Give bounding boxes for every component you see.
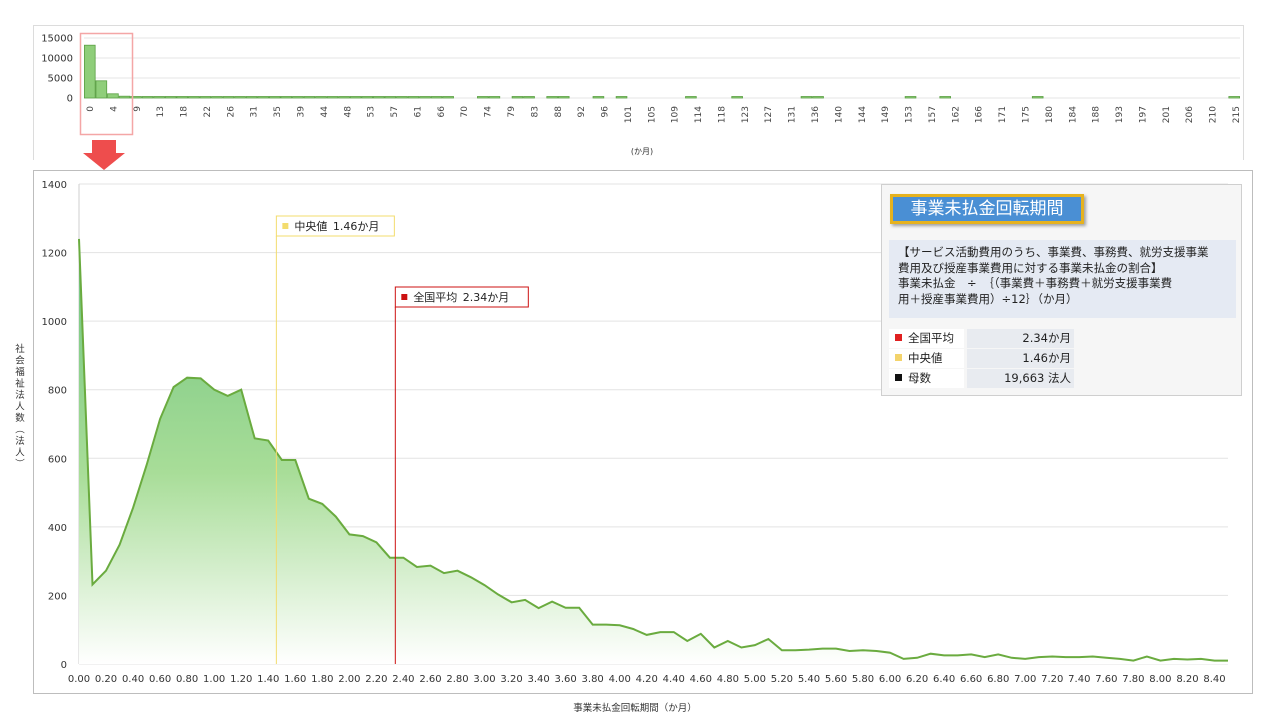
x-tick-label: 3.40: [527, 674, 549, 685]
x-tick-label: 5.80: [852, 674, 874, 685]
x-tick-label: 1.60: [284, 674, 306, 685]
x-tick-label: 2.40: [392, 674, 414, 685]
count-color-swatch: [895, 374, 902, 381]
x-tick-label: 5.00: [744, 674, 766, 685]
stat-label-median: 中央値: [908, 351, 943, 365]
y-tick-label: 1000: [42, 317, 67, 328]
y-axis-label: 社会福祉法人数︵法人︶: [15, 343, 25, 470]
x-tick-label: 7.00: [1014, 674, 1036, 685]
y-tick-label: 600: [48, 454, 67, 465]
stat-label-mean: 全国平均: [908, 331, 954, 345]
x-tick-label: 4.20: [636, 674, 658, 685]
x-tick-label: 5.40: [798, 674, 820, 685]
x-tick-label: 7.40: [1068, 674, 1090, 685]
x-tick-label: 0.40: [122, 674, 144, 685]
stat-label-count: 母数: [908, 371, 931, 385]
x-tick-label: 8.20: [1176, 674, 1198, 685]
stat-value-median: 1.46か月: [967, 349, 1074, 368]
reference-label: 中央値 1.46か月: [294, 220, 379, 233]
info-card-description: 【サービス活動費用のうち、事業費、事務費、就労支援事業 費用及び授産事業費用に対…: [889, 240, 1236, 318]
description-line: 事業未払金 ÷ ｛（事業費＋事務費＋就労支援事業費: [898, 276, 1173, 290]
x-tick-label: 4.80: [717, 674, 739, 685]
x-tick-label: 3.20: [500, 674, 522, 685]
reference-label: 全国平均 2.34か月: [413, 290, 509, 304]
x-tick-label: 1.20: [230, 674, 252, 685]
reference-swatch: [401, 294, 408, 300]
x-tick-label: 1.80: [311, 674, 333, 685]
x-tick-label: 5.60: [825, 674, 847, 685]
x-tick-label: 7.80: [1122, 674, 1144, 685]
x-tick-label: 4.60: [690, 674, 712, 685]
stat-row-count: 母数 19,663 法人: [889, 369, 1074, 388]
y-tick-label: 1200: [42, 249, 67, 260]
x-tick-label: 6.00: [879, 674, 901, 685]
x-tick-label: 6.80: [987, 674, 1009, 685]
y-tick-label: 200: [48, 591, 67, 602]
x-tick-label: 2.00: [338, 674, 360, 685]
y-tick-label: 800: [48, 386, 67, 397]
x-tick-label: 0.00: [68, 674, 90, 685]
y-tick-label: 400: [48, 523, 67, 534]
x-tick-label: 3.60: [555, 674, 577, 685]
y-tick-label: 1400: [42, 180, 67, 191]
x-tick-label: 0.60: [149, 674, 171, 685]
x-tick-label: 6.60: [960, 674, 982, 685]
stat-row-median: 中央値 1.46か月: [889, 349, 1074, 368]
stat-row-mean: 全国平均 2.34か月: [889, 329, 1074, 348]
x-tick-label: 3.00: [473, 674, 495, 685]
x-tick-label: 4.00: [609, 674, 631, 685]
y-tick-label: 0: [61, 660, 67, 671]
x-tick-label: 2.20: [365, 674, 387, 685]
x-tick-label: 6.40: [933, 674, 955, 685]
x-tick-label: 0.20: [95, 674, 117, 685]
x-tick-label: 6.20: [906, 674, 928, 685]
x-tick-label: 1.40: [257, 674, 279, 685]
x-axis-label: 事業未払金回転期間（か月）: [573, 702, 697, 714]
x-tick-label: 2.80: [446, 674, 468, 685]
stat-value-mean: 2.34か月: [967, 329, 1074, 348]
description-line: 【サービス活動費用のうち、事業費、事務費、就労支援事業: [898, 245, 1209, 259]
x-tick-label: 0.80: [176, 674, 198, 685]
x-tick-label: 7.20: [1041, 674, 1063, 685]
x-tick-label: 1.00: [203, 674, 225, 685]
x-tick-label: 5.20: [771, 674, 793, 685]
x-tick-label: 4.40: [663, 674, 685, 685]
info-card-title: 事業未払金回転期間: [890, 194, 1084, 224]
x-tick-label: 2.60: [419, 674, 441, 685]
description-line: 費用及び授産事業費用に対する事業未払金の割合】: [898, 260, 1163, 275]
stat-value-count: 19,663 法人: [967, 369, 1074, 388]
x-tick-label: 8.40: [1203, 674, 1225, 685]
info-card: 事業未払金回転期間 【サービス活動費用のうち、事業費、事務費、就労支援事業 費用…: [881, 184, 1242, 396]
median-color-swatch: [895, 354, 902, 361]
description-line: 用＋授産事業費用）÷12｝（か月）: [898, 291, 1078, 306]
reference-swatch: [282, 223, 289, 229]
x-tick-label: 8.00: [1149, 674, 1171, 685]
x-tick-label: 3.80: [582, 674, 604, 685]
mean-color-swatch: [895, 334, 902, 341]
x-tick-label: 7.60: [1095, 674, 1117, 685]
